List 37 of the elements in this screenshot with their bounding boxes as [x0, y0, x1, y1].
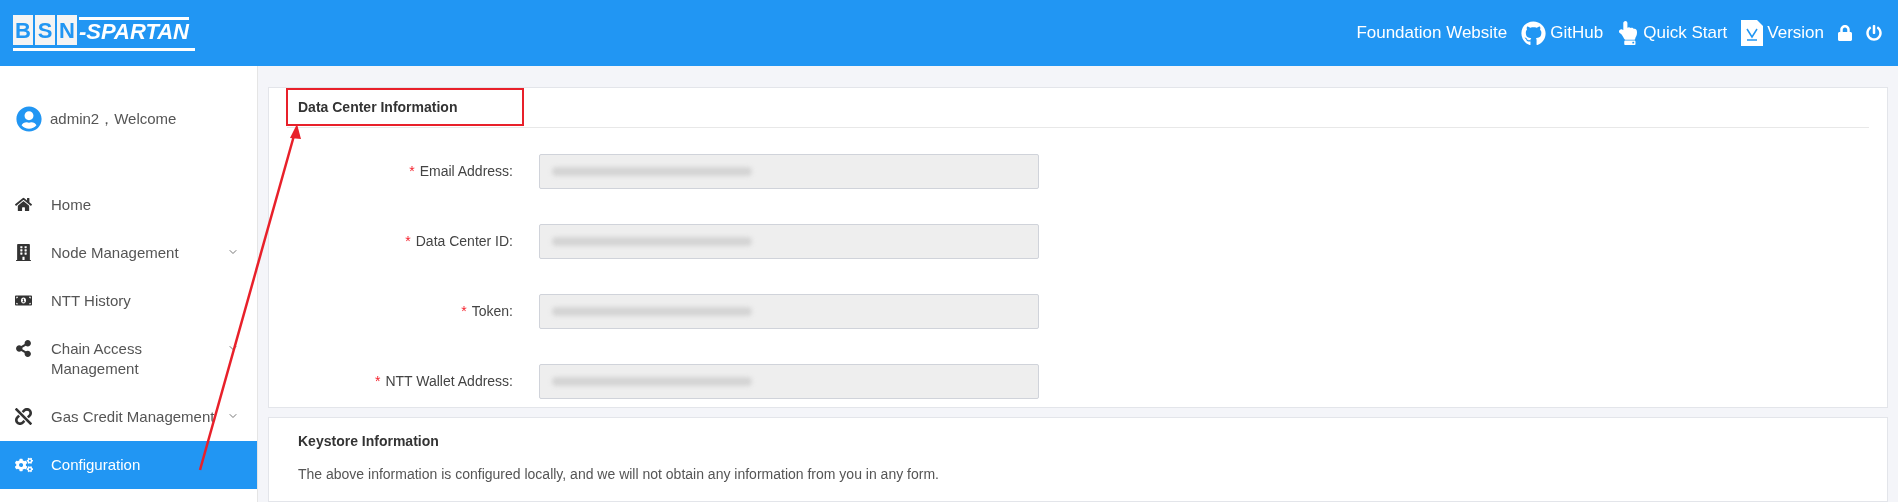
tapping-hand-icon: [1617, 21, 1640, 45]
broken-link-icon: [15, 408, 32, 425]
logo-letter: B: [13, 15, 33, 45]
field-label: NTT Wallet Address:: [385, 372, 513, 391]
gears-icon: [15, 456, 33, 474]
logo-text: -SPARTAN: [79, 17, 189, 43]
section-title: Data Center Information: [298, 98, 458, 117]
input-field[interactable]: [539, 154, 1039, 189]
banknote-icon: [15, 292, 32, 309]
field-label: Token:: [471, 302, 513, 321]
sidebar-item[interactable]: Chain Access Management: [0, 325, 257, 393]
github-icon: [1521, 20, 1547, 46]
sidebar-item[interactable]: Gas Credit Management: [0, 393, 257, 441]
home-icon: [15, 196, 32, 213]
user-avatar-icon: [16, 106, 42, 132]
required-asterisk: *: [461, 302, 467, 321]
document-icon: [1741, 20, 1764, 46]
field-label: Data Center ID:: [415, 232, 513, 251]
building-icon: [15, 244, 32, 261]
lock-button[interactable]: [1838, 25, 1852, 41]
sidebar-item[interactable]: Node Management: [0, 229, 257, 277]
info-text: The above information is configured locally, and we will not obtain any information from you in any form.: [298, 465, 940, 484]
power-button[interactable]: [1866, 25, 1882, 41]
input-field[interactable]: [539, 294, 1039, 329]
required-asterisk: *: [409, 162, 415, 181]
welcome-text: admin2，Welcome: [50, 108, 177, 129]
logo-letter: S: [35, 15, 55, 45]
section-title: Keystore Information: [298, 432, 440, 451]
required-asterisk: *: [405, 232, 411, 251]
sidebar-item[interactable]: NTT History: [0, 277, 257, 325]
field-label: Email Address:: [419, 162, 513, 181]
share-icon: [15, 340, 32, 357]
input-field[interactable]: [539, 224, 1039, 259]
required-asterisk: *: [374, 372, 381, 391]
logo-letter: N: [57, 15, 77, 45]
sidebar-item[interactable]: Home: [0, 181, 257, 229]
input-field[interactable]: [539, 364, 1039, 399]
